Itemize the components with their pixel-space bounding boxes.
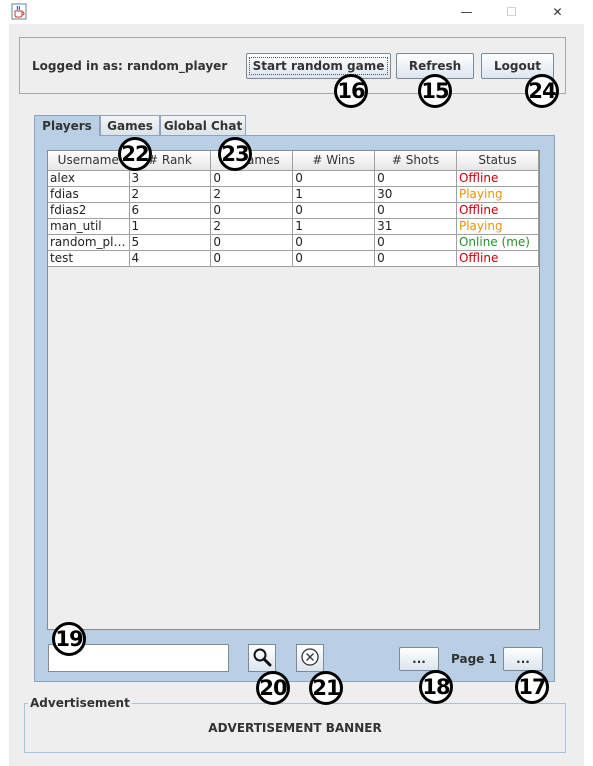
column-header-username[interactable]: Username (48, 151, 130, 171)
annotation-marker-16: 16 (334, 74, 368, 108)
cell-games: 0 (210, 170, 294, 187)
tabbed-pane: Players Games Global Chat Username # Ran… (34, 115, 564, 685)
cell-shots: 0 (374, 234, 457, 251)
cell-shots: 0 (374, 202, 457, 219)
search-button[interactable] (248, 644, 276, 672)
tab-global-chat[interactable]: Global Chat (160, 115, 246, 135)
cell-games: 2 (210, 186, 294, 203)
annotation-marker-19: 19 (52, 622, 86, 656)
cell-username: random_pla... (48, 234, 130, 251)
maximize-button[interactable]: ☐ (489, 0, 534, 24)
cell-games: 0 (210, 234, 294, 251)
table-row[interactable]: fdias2 6 0 0 0 Offline (48, 202, 540, 219)
cell-status: Offline (456, 202, 540, 219)
cell-username: alex (48, 170, 130, 187)
annotation-marker-20: 20 (256, 671, 290, 705)
cell-status: Playing (456, 186, 540, 203)
cell-username: fdias2 (48, 202, 130, 219)
advertisement-panel: Advertisement ADVERTISEMENT BANNER (24, 696, 566, 753)
cell-rank: 6 (129, 202, 212, 219)
cell-rank: 3 (129, 170, 212, 187)
players-table: Username # Rank # Games # Wins # Shots S… (48, 151, 540, 267)
start-random-game-button[interactable]: Start random game (246, 53, 391, 79)
java-cup-icon (11, 3, 27, 20)
title-bar[interactable]: — ☐ ✕ (0, 0, 593, 24)
main-content: Logged in as: random_player Start random… (9, 24, 584, 766)
cell-shots: 31 (374, 218, 457, 235)
cell-status: Offline (456, 170, 540, 187)
cell-username: man_util (48, 218, 130, 235)
column-header-wins[interactable]: # Wins (292, 151, 376, 171)
magnifier-icon (252, 647, 272, 670)
app-window: — ☐ ✕ Logged in as: random_player Start … (0, 0, 593, 766)
circled-x-icon (300, 647, 320, 670)
column-header-shots[interactable]: # Shots (374, 151, 457, 171)
cell-games: 0 (210, 202, 294, 219)
header-panel: Logged in as: random_player Start random… (19, 37, 566, 94)
previous-page-button[interactable]: ... (399, 647, 439, 671)
cell-rank: 1 (129, 218, 212, 235)
cell-wins: 1 (292, 218, 376, 235)
cell-rank: 4 (129, 250, 212, 267)
cell-username: fdias (48, 186, 130, 203)
table-row[interactable]: random_pla... 5 0 0 0 Online (me) (48, 234, 540, 251)
cell-games: 2 (210, 218, 294, 235)
cell-rank: 5 (129, 234, 212, 251)
minimize-button[interactable]: — (444, 0, 489, 24)
advertisement-legend: Advertisement (28, 696, 132, 710)
cell-status: Online (me) (456, 234, 540, 251)
cell-username: test (48, 250, 130, 267)
cell-shots: 0 (374, 170, 457, 187)
table-row[interactable]: test 4 0 0 0 Offline (48, 250, 540, 267)
annotation-marker-18: 18 (419, 670, 453, 704)
cell-status: Offline (456, 250, 540, 267)
close-button[interactable]: ✕ (535, 0, 580, 24)
next-page-button[interactable]: ... (503, 647, 543, 671)
cell-wins: 1 (292, 186, 376, 203)
tab-players[interactable]: Players (34, 115, 100, 136)
players-tab-panel: Username # Rank # Games # Wins # Shots S… (34, 135, 555, 682)
players-table-scroll[interactable]: Username # Rank # Games # Wins # Shots S… (47, 150, 540, 630)
cell-shots: 0 (374, 250, 457, 267)
page-indicator: Page 1 (451, 652, 497, 666)
cell-rank: 2 (129, 186, 212, 203)
cell-wins: 0 (292, 170, 376, 187)
logged-in-label: Logged in as: random_player (32, 59, 228, 73)
annotation-marker-24: 24 (525, 74, 559, 108)
annotation-marker-21: 21 (309, 671, 343, 705)
cell-status: Playing (456, 218, 540, 235)
tab-games[interactable]: Games (100, 115, 160, 135)
annotation-marker-15: 15 (418, 74, 452, 108)
cell-wins: 0 (292, 250, 376, 267)
column-header-status[interactable]: Status (456, 151, 540, 171)
cell-games: 0 (210, 250, 294, 267)
cell-wins: 0 (292, 234, 376, 251)
cell-shots: 30 (374, 186, 457, 203)
annotation-marker-22: 22 (118, 137, 152, 171)
table-row[interactable]: man_util 1 2 1 31 Playing (48, 218, 540, 235)
annotation-marker-23: 23 (218, 137, 252, 171)
annotation-marker-17: 17 (515, 670, 549, 704)
clear-search-button[interactable] (296, 644, 324, 672)
advertisement-banner[interactable]: ADVERTISEMENT BANNER (25, 721, 565, 735)
cell-wins: 0 (292, 202, 376, 219)
table-row[interactable]: alex 3 0 0 0 Offline (48, 170, 540, 187)
start-random-game-label: Start random game (248, 57, 389, 75)
table-row[interactable]: fdias 2 2 1 30 Playing (48, 186, 540, 203)
